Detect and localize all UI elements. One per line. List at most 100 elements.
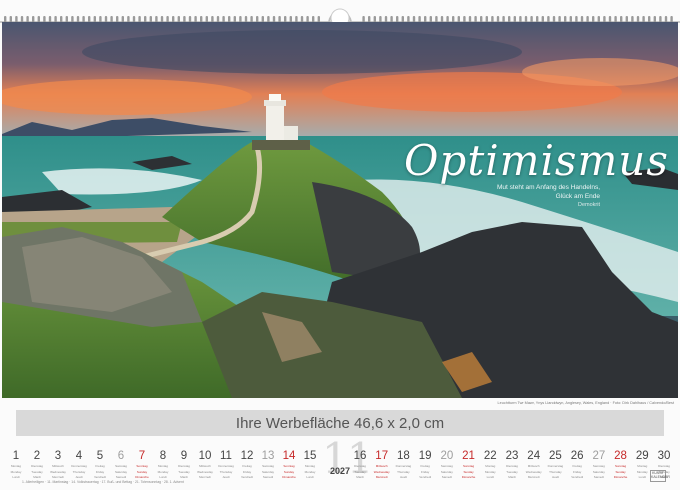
day-number: 28 bbox=[614, 450, 627, 462]
weekday-label: Sunday bbox=[136, 469, 148, 474]
weekday-label: Mittwoch bbox=[52, 464, 64, 468]
calendar-day-7: 7 Sonntag Sunday Dimanche bbox=[132, 450, 152, 480]
weekday-label: Saturday bbox=[261, 469, 274, 474]
day-number: 30 bbox=[657, 450, 671, 462]
weekday-label: Freitag bbox=[420, 464, 430, 468]
weekday-label: Mercredi bbox=[199, 475, 211, 480]
day-number: 2 bbox=[33, 450, 41, 462]
weekday-label: Lundi bbox=[486, 475, 494, 480]
weekday-label: Saturday bbox=[592, 469, 605, 474]
calendar-day-10: 10 Mittwoch Wednesday Mercredi bbox=[195, 450, 215, 480]
ad-space-bar: Ihre Werbefläche 46,6 x 2,0 cm bbox=[16, 410, 664, 436]
day-number: 5 bbox=[96, 450, 104, 462]
calendar-day-16: 16 Dienstag Tuesday Mardi bbox=[350, 450, 370, 480]
calendar-day-9: 9 Dienstag Tuesday Mardi bbox=[174, 450, 194, 480]
weekday-label: Jeudi bbox=[222, 475, 230, 480]
weekday-label: Samedi bbox=[593, 475, 604, 480]
day-number: 4 bbox=[75, 450, 83, 462]
weekday-label: Freitag bbox=[95, 464, 105, 468]
calendar-title: Optimismus bbox=[404, 136, 669, 185]
weekday-label: Dimanche bbox=[613, 475, 628, 480]
weekday-label: Wednesday bbox=[525, 469, 542, 474]
weekday-label: Montag bbox=[637, 464, 648, 468]
day-number: 27 bbox=[592, 450, 606, 462]
weekday-label: Thursday bbox=[549, 469, 562, 474]
weekday-label: Thursday bbox=[219, 469, 233, 474]
calendar-day-28: 28 Sonntag Sunday Dimanche bbox=[611, 450, 631, 480]
calendar-day-1: 1 Montag Monday Lundi bbox=[6, 450, 26, 480]
quote-block: Mut steht am Anfang des Handelns, Glück … bbox=[430, 184, 600, 210]
calendar-day-4: 4 Donnerstag Thursday Jeudi bbox=[69, 450, 89, 480]
calendar-day-11: 11 Donnerstag Thursday Jeudi bbox=[216, 450, 236, 480]
day-number: 13 bbox=[261, 450, 275, 462]
day-number: 6 bbox=[117, 450, 125, 462]
weekday-label: Monday bbox=[484, 469, 496, 474]
weekday-label: Tuesday bbox=[506, 469, 518, 474]
day-number: 11 bbox=[220, 450, 232, 462]
weekday-label: Samstag bbox=[262, 464, 274, 468]
weekday-label: Donnerstag bbox=[395, 464, 412, 468]
calendar-day-24: 24 Mittwoch Wednesday Mercredi bbox=[524, 450, 544, 480]
weekday-label: Freitag bbox=[572, 464, 582, 468]
calendar-day-18: 18 Donnerstag Thursday Jeudi bbox=[393, 450, 413, 480]
calendar-day-13: 13 Samstag Saturday Samedi bbox=[258, 450, 278, 480]
landscape-photo bbox=[2, 22, 678, 398]
calendar-day-27: 27 Samstag Saturday Samedi bbox=[589, 450, 609, 480]
day-number: 17 bbox=[375, 450, 389, 462]
calendar-day-14: 14 Sonntag Sunday Dimanche bbox=[279, 450, 299, 480]
calendar-day-21: 21 Sonntag Sunday Dimanche bbox=[459, 450, 479, 480]
weekday-label: Dienstag bbox=[506, 464, 518, 468]
calendar-day-25: 25 Donnerstag Thursday Jeudi bbox=[545, 450, 565, 480]
weekday-label: Sonntag bbox=[462, 464, 475, 468]
calendar-day-3: 3 Mittwoch Wednesday Mercredi bbox=[48, 450, 68, 480]
weekday-label: Dimanche bbox=[461, 475, 476, 480]
weekday-label: Dienstag bbox=[31, 464, 43, 468]
weekday-label: Vendredi bbox=[571, 475, 584, 480]
day-number: 25 bbox=[549, 450, 562, 462]
day-number: 3 bbox=[54, 450, 62, 462]
weekday-label: Mittwoch bbox=[199, 464, 211, 468]
weekday-label: Samstag bbox=[115, 464, 127, 468]
weekday-label: Lundi bbox=[306, 475, 314, 480]
weekday-label: Mercredi bbox=[527, 475, 540, 480]
day-number: 15 bbox=[303, 450, 317, 462]
weekday-label: Tuesday bbox=[31, 469, 43, 474]
holiday-legend: 1. Allerheiligen · 11. Martinstag · 14. … bbox=[22, 480, 184, 484]
weekday-label: Wednesday bbox=[197, 469, 213, 474]
weekday-label: Saturday bbox=[114, 469, 127, 474]
calendar-day-22: 22 Montag Monday Lundi bbox=[480, 450, 500, 480]
weekday-label: Donnerstag bbox=[71, 464, 87, 468]
weekday-label: Monday bbox=[157, 469, 169, 474]
day-number: 19 bbox=[418, 450, 432, 462]
weekday-label: Wednesday bbox=[50, 469, 66, 474]
day-number: 12 bbox=[240, 450, 254, 462]
calendar-day-20: 20 Samstag Saturday Samedi bbox=[437, 450, 457, 480]
calendar-day-5: 5 Freitag Friday Vendredi bbox=[90, 450, 110, 480]
weekday-label: Friday bbox=[572, 469, 582, 474]
day-number: 21 bbox=[462, 450, 475, 462]
day-number: 26 bbox=[570, 450, 584, 462]
weekday-label: Donnerstag bbox=[547, 464, 564, 468]
weekday-label: Montag bbox=[304, 464, 315, 468]
day-number: 23 bbox=[505, 450, 519, 462]
weekday-label: Sonntag bbox=[614, 464, 627, 468]
weekday-label: Tuesday bbox=[178, 469, 190, 474]
calendar-day-19: 19 Freitag Friday Vendredi bbox=[415, 450, 435, 480]
weekday-label: Sunday bbox=[463, 469, 474, 474]
calendar-day-2: 2 Dienstag Tuesday Mardi bbox=[27, 450, 47, 480]
weekday-label: Mittwoch bbox=[527, 464, 540, 468]
weekday-label: Sonntag bbox=[136, 464, 148, 468]
day-number: 18 bbox=[397, 450, 410, 462]
day-number: 16 bbox=[353, 450, 367, 462]
weekday-label: Montag bbox=[485, 464, 496, 468]
weekday-label: Sunday bbox=[615, 469, 626, 474]
calendar-day-6: 6 Samstag Saturday Samedi bbox=[111, 450, 131, 480]
calendar-day-26: 26 Freitag Friday Vendredi bbox=[567, 450, 587, 480]
weekday-label: Thursday bbox=[72, 469, 86, 474]
day-number: 10 bbox=[198, 450, 212, 462]
calendar-day-17: 17 Mittwoch Wednesday Mercredi bbox=[372, 450, 392, 480]
weekday-label: Dimanche bbox=[282, 475, 296, 480]
weekday-label: Donnerstag bbox=[218, 464, 234, 468]
weekday-label: Jeudi bbox=[551, 475, 559, 480]
weekday-label: Monday bbox=[304, 469, 316, 474]
